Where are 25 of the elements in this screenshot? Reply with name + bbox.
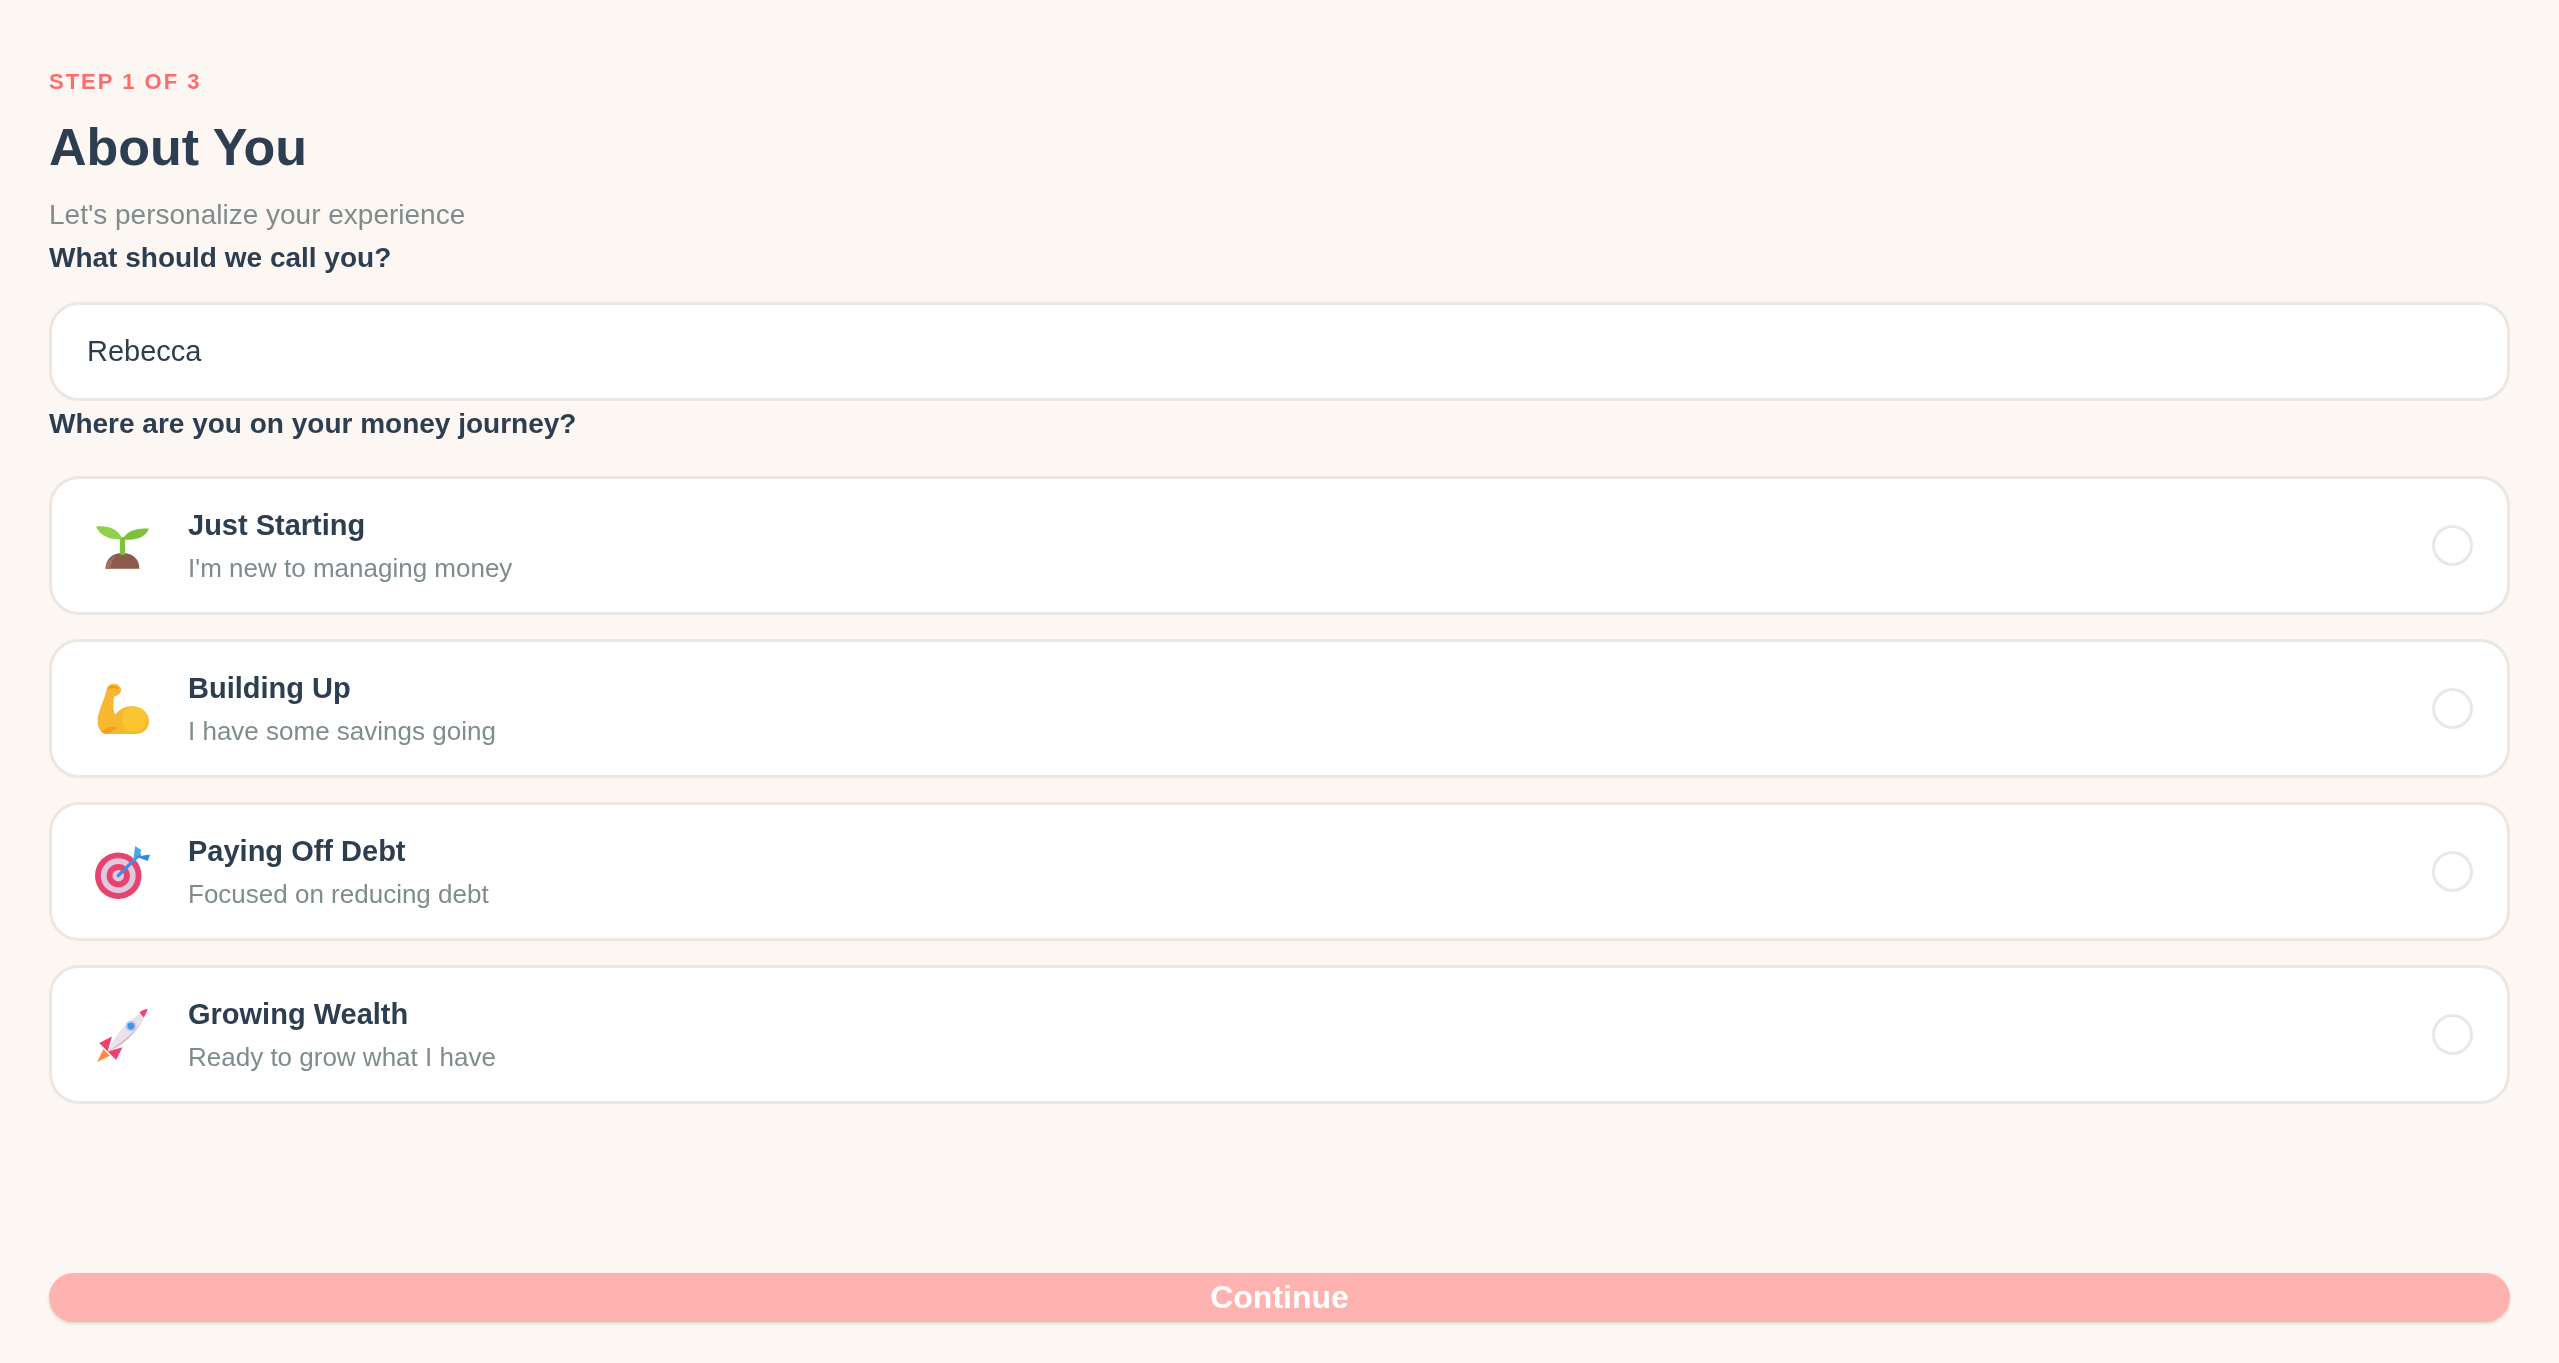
option-title: Building Up [188, 670, 351, 706]
name-field[interactable]: Rebecca [49, 302, 2510, 401]
radio-button[interactable] [2432, 1014, 2473, 1055]
journey-option[interactable]: Paying Off Debt Focused on reducing debt [49, 802, 2510, 941]
page-subtitle: Let's personalize your experience [49, 198, 466, 232]
radio-button[interactable] [2432, 688, 2473, 729]
radio-button[interactable] [2432, 525, 2473, 566]
flexed-arm-icon [95, 681, 150, 736]
option-description: Ready to grow what I have [188, 1040, 496, 1074]
field-label: What should we call you? [49, 241, 392, 275]
radio-button[interactable] [2432, 851, 2473, 892]
option-description: I have some savings going [188, 714, 496, 748]
page-title: About You [49, 117, 308, 177]
question-label: Where are you on your money journey? [49, 407, 577, 441]
option-title: Paying Off Debt [188, 833, 406, 869]
option-description: Focused on reducing debt [188, 877, 489, 911]
rocket-icon [95, 1007, 150, 1062]
option-title: Growing Wealth [188, 996, 409, 1032]
journey-option[interactable]: Just Starting I'm new to managing money [49, 476, 2510, 615]
option-description: I'm new to managing money [188, 551, 513, 585]
option-title: Just Starting [188, 507, 366, 543]
step-label: STEP 1 OF 3 [49, 70, 202, 94]
target-icon [95, 844, 150, 899]
journey-option[interactable]: Growing Wealth Ready to grow what I have [49, 965, 2510, 1104]
journey-option[interactable]: Building Up I have some savings going [49, 639, 2510, 778]
